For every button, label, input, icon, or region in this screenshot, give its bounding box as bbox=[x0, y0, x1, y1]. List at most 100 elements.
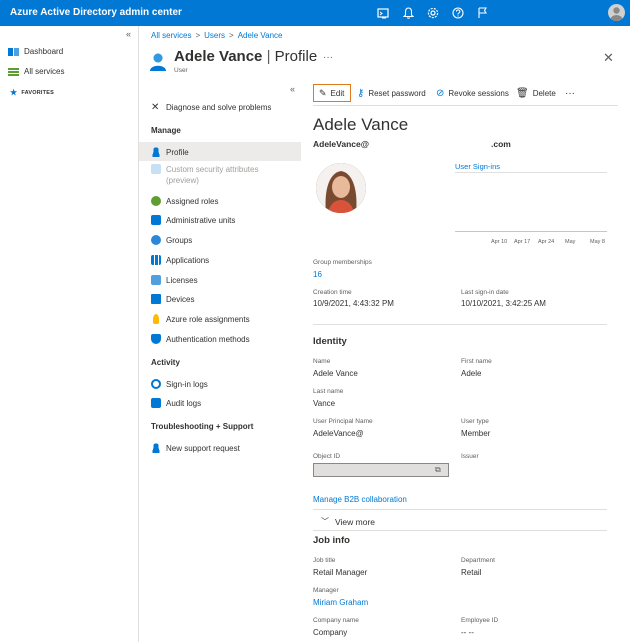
chart-tick: May bbox=[565, 239, 576, 245]
last-name-value: Vance bbox=[313, 399, 336, 408]
roles-icon bbox=[151, 196, 161, 206]
header-more-button[interactable]: ··· bbox=[323, 52, 333, 63]
issuer-label: Issuer bbox=[461, 453, 479, 460]
job-title-value: Retail Manager bbox=[313, 568, 368, 577]
close-icon[interactable]: ✕ bbox=[603, 50, 614, 66]
reset-password-button[interactable]: ⚷ Reset password bbox=[357, 84, 426, 102]
menu-item-signin-logs[interactable]: Sign-in logs bbox=[151, 375, 208, 393]
view-more-button[interactable]: ﹀ View more bbox=[321, 516, 375, 527]
employee-id-label: Employee ID bbox=[461, 617, 499, 624]
star-icon: ★ bbox=[10, 88, 18, 97]
menu-item-profile[interactable]: Profile bbox=[151, 143, 189, 161]
block-icon: ⊘ bbox=[436, 87, 445, 99]
chevron-right-icon: > bbox=[229, 31, 234, 40]
upn-label: User Principal Name bbox=[313, 418, 373, 425]
app-title[interactable]: Azure Active Directory admin center bbox=[10, 7, 182, 18]
chevron-down-icon: ﹀ bbox=[321, 517, 329, 526]
toolbar-more-button[interactable]: ··· bbox=[565, 84, 575, 102]
portal-left-nav bbox=[0, 26, 139, 642]
chevron-right-icon: > bbox=[195, 31, 201, 40]
menu-item-auth-methods[interactable]: Authentication methods bbox=[151, 330, 250, 348]
nav-item-dashboard[interactable]: Dashboard bbox=[8, 47, 63, 56]
list-icon bbox=[8, 67, 19, 76]
edit-button[interactable]: ✎ Edit bbox=[313, 84, 351, 102]
pencil-icon: ✎ bbox=[319, 87, 327, 98]
employee-id-value: -- -- bbox=[461, 628, 474, 637]
menu-item-custom-security[interactable]: Custom security attributes bbox=[151, 163, 258, 175]
user-icon bbox=[151, 147, 161, 157]
page-title: Adele Vance | Profile bbox=[174, 48, 318, 65]
user-principal-name: AdeleVance@ bbox=[313, 139, 370, 149]
last-signin-value: 10/10/2021, 3:42:25 AM bbox=[461, 299, 546, 308]
revoke-sessions-button[interactable]: ⊘ Revoke sessions bbox=[436, 84, 509, 102]
name-label: Name bbox=[313, 358, 331, 365]
object-id-label: Object ID bbox=[313, 453, 341, 460]
upn-domain: .com bbox=[491, 139, 511, 149]
chart-tick: May 8 bbox=[590, 239, 605, 245]
notifications-icon[interactable] bbox=[400, 5, 416, 21]
wrench-icon: ✕ bbox=[151, 101, 160, 113]
support-user-icon bbox=[151, 443, 161, 453]
user-display-name: Adele Vance bbox=[313, 115, 409, 134]
feedback-icon[interactable] bbox=[475, 5, 491, 21]
job-title-label: Job title bbox=[313, 557, 336, 564]
group-memberships-count[interactable]: 16 bbox=[313, 270, 322, 279]
user-signins-link[interactable]: User Sign-ins bbox=[455, 162, 500, 171]
collapse-menu-icon[interactable]: « bbox=[290, 84, 295, 94]
devices-icon bbox=[151, 294, 161, 304]
menu-item-assigned-roles[interactable]: Assigned roles bbox=[151, 192, 218, 210]
user-type-label: User type bbox=[461, 418, 489, 425]
menu-item-licenses[interactable]: Licenses bbox=[151, 271, 198, 289]
manager-link[interactable]: Miriam Graham bbox=[313, 598, 368, 607]
menu-item-admin-units[interactable]: Administrative units bbox=[151, 211, 235, 229]
user-icon bbox=[149, 52, 167, 72]
menu-heading-manage: Manage bbox=[151, 126, 181, 135]
menu-item-azure-roles[interactable]: Azure role assignments bbox=[151, 310, 250, 328]
menu-item-groups[interactable]: Groups bbox=[151, 231, 192, 249]
admin-units-icon bbox=[151, 215, 161, 225]
nav-item-label: Dashboard bbox=[24, 47, 64, 56]
menu-item-devices[interactable]: Devices bbox=[151, 290, 194, 308]
user-type-value: Member bbox=[461, 429, 491, 438]
manager-label: Manager bbox=[313, 587, 339, 594]
nav-item-label: All services bbox=[24, 67, 65, 76]
department-label: Department bbox=[461, 557, 495, 564]
menu-item-audit-logs[interactable]: Audit logs bbox=[151, 394, 201, 412]
copy-icon[interactable]: ⧉ bbox=[435, 465, 441, 475]
menu-heading-support: Troubleshooting + Support bbox=[151, 422, 254, 431]
chart-tick: Apr 17 bbox=[514, 239, 531, 245]
signins-chart-baseline bbox=[455, 231, 607, 232]
upn-value: AdeleVance@ bbox=[313, 429, 364, 438]
divider bbox=[313, 509, 607, 510]
key-icon bbox=[153, 314, 159, 324]
settings-gear-icon[interactable] bbox=[425, 5, 441, 21]
breadcrumb-users[interactable]: Users bbox=[204, 31, 225, 40]
last-name-label: Last name bbox=[313, 388, 344, 395]
menu-item-preview-label: (preview) bbox=[166, 176, 199, 185]
manage-b2b-link[interactable]: Manage B2B collaboration bbox=[313, 495, 407, 504]
department-value: Retail bbox=[461, 568, 482, 577]
job-info-heading: Job info bbox=[313, 535, 350, 546]
object-id-field[interactable] bbox=[313, 463, 449, 477]
delete-button[interactable]: 🗑 Delete bbox=[516, 84, 556, 102]
name-value: Adele Vance bbox=[313, 369, 358, 378]
cloud-shell-icon[interactable] bbox=[375, 5, 391, 21]
creation-time-value: 10/9/2021, 4:43:32 PM bbox=[313, 299, 394, 308]
company-value: Company bbox=[313, 628, 348, 637]
collapse-nav-icon[interactable]: « bbox=[126, 29, 131, 39]
nav-item-all-services[interactable]: All services bbox=[8, 67, 64, 76]
account-avatar[interactable] bbox=[608, 4, 625, 21]
menu-item-applications[interactable]: Applications bbox=[151, 251, 209, 269]
breadcrumb-all-services[interactable]: All services bbox=[151, 31, 191, 40]
menu-item-support-request[interactable]: New support request bbox=[151, 439, 240, 457]
creation-time-label: Creation time bbox=[313, 289, 352, 296]
security-attributes-icon bbox=[151, 164, 161, 174]
breadcrumb-user[interactable]: Adele Vance bbox=[238, 31, 283, 40]
menu-heading-activity: Activity bbox=[151, 358, 180, 367]
breadcrumb: All services > Users > Adele Vance bbox=[151, 31, 282, 40]
user-photo bbox=[316, 163, 366, 213]
divider bbox=[313, 530, 607, 531]
last-signin-label: Last sign-in date bbox=[461, 289, 509, 296]
help-icon[interactable] bbox=[450, 5, 466, 21]
menu-item-diagnose[interactable]: ✕ Diagnose and solve problems bbox=[151, 98, 271, 116]
